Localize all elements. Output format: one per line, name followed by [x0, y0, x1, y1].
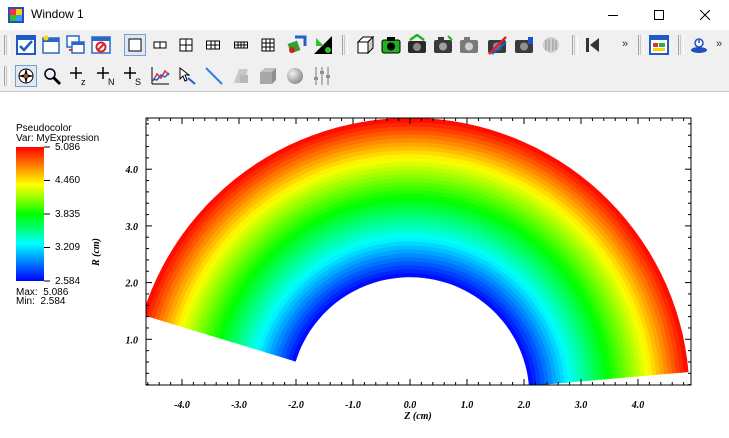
- y-tick-label: 3.0: [125, 222, 139, 233]
- x-axis-label: Z (cm): [403, 411, 432, 422]
- x-tick-label: -3.0: [231, 400, 247, 411]
- x-tick-label: 0.0: [404, 400, 417, 411]
- x-tick-label: 3.0: [574, 400, 588, 411]
- x-tick-label: 2.0: [517, 400, 531, 411]
- x-tick-label: -2.0: [288, 400, 304, 411]
- x-tick-label: 4.0: [631, 400, 645, 411]
- x-tick-label: 1.0: [461, 400, 474, 411]
- y-axis-label: R (cm): [91, 238, 102, 267]
- x-tick-label: -1.0: [345, 400, 361, 411]
- visit-window: Window 1 » » z N S Pseudocolor Var: MyEx…: [0, 0, 729, 438]
- pseudocolor-plot[interactable]: -4.0 -3.0 -2.0 -1.0 0.0 1.0 2.0 3.0 4.0 1.0 2.0 3.…: [0, 0, 729, 438]
- y-tick-label: 2.0: [125, 279, 139, 290]
- pseudocolor-annulus: [146, 118, 689, 385]
- x-tick-label: -4.0: [174, 400, 190, 411]
- y-tick-label: 1.0: [126, 335, 139, 346]
- y-tick-label: 4.0: [125, 165, 139, 176]
